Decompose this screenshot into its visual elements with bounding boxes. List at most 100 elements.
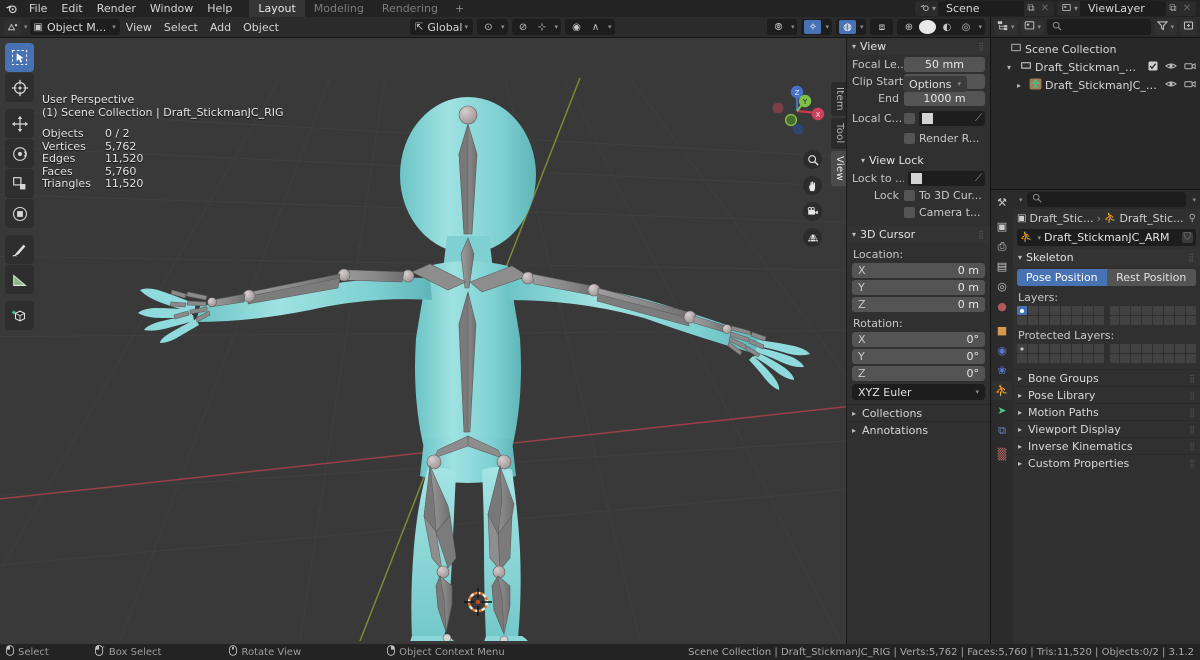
- layer-cell[interactable]: [1017, 316, 1027, 325]
- viewport-menu-view[interactable]: View: [120, 17, 158, 38]
- properties-tab-armature-data[interactable]: ⛹: [992, 381, 1012, 400]
- proportional-edit-group[interactable]: ◉ ∧ ▾: [565, 19, 615, 35]
- protected-layer-cell[interactable]: [1175, 344, 1186, 353]
- workspace-tab-rendering[interactable]: Rendering: [373, 0, 447, 17]
- gizmo-group[interactable]: ✧ ▾: [801, 19, 832, 35]
- layer-cell[interactable]: [1153, 316, 1164, 325]
- layer-cell[interactable]: [1109, 316, 1120, 325]
- panel-header-skeleton[interactable]: ▾ Skeleton ⣿: [1013, 249, 1200, 266]
- show-overlays-icon[interactable]: ◍: [838, 20, 856, 34]
- toggle-xray-icon[interactable]: ⧈: [873, 20, 890, 34]
- chevron-down-icon[interactable]: ▾: [1190, 196, 1196, 204]
- object-types-visibility-icon[interactable]: ⦾: [770, 20, 787, 34]
- cursor-rotation-z-field[interactable]: Z 0°: [852, 366, 985, 381]
- properties-tab-modifiers[interactable]: ◉: [992, 341, 1012, 360]
- render-region-checkbox[interactable]: [904, 133, 915, 144]
- sidebar-tab-item[interactable]: Item: [831, 82, 846, 116]
- panel-header-3d-cursor[interactable]: ▾ 3D Cursor ⣿: [847, 226, 990, 243]
- expand-triangle[interactable]: ▸: [1017, 81, 1028, 90]
- overlays-group[interactable]: ◍ ▾: [835, 19, 867, 35]
- protected-layer-cell[interactable]: [1142, 354, 1153, 363]
- protected-layer-cell[interactable]: [1017, 354, 1027, 363]
- layer-cell[interactable]: [1120, 306, 1131, 315]
- visibility-group[interactable]: ⦾ ▾: [766, 19, 798, 35]
- annotate-tool[interactable]: [5, 235, 34, 264]
- outliner-new-collection-button[interactable]: [1180, 19, 1197, 35]
- protected-layer-cell[interactable]: [1164, 354, 1175, 363]
- panel-header-view-lock[interactable]: ▾ View Lock: [847, 152, 990, 169]
- falloff-curve-icon[interactable]: ∧: [587, 20, 604, 34]
- pose-position-button[interactable]: Pose Position: [1017, 269, 1107, 286]
- protected-layer-cell[interactable]: [1027, 344, 1038, 353]
- layer-cell[interactable]: [1038, 316, 1049, 325]
- layer-cell[interactable]: [1186, 316, 1196, 325]
- protected-layer-cell[interactable]: [1017, 344, 1027, 353]
- menu-render[interactable]: Render: [90, 0, 143, 17]
- layer-cell[interactable]: [1120, 316, 1131, 325]
- protected-layer-cell[interactable]: [1093, 354, 1104, 363]
- blender-logo-icon[interactable]: [0, 2, 22, 15]
- protected-layer-cell[interactable]: [1131, 344, 1142, 353]
- outliner-row-collection[interactable]: ▾ Draft_Stickman_Char1_Co: [991, 58, 1200, 76]
- snap-group[interactable]: ⊘ ⊹ ▾: [511, 19, 562, 35]
- measure-tool[interactable]: [5, 265, 34, 294]
- eyedropper-icon[interactable]: ⟋: [975, 113, 982, 124]
- layer-cell[interactable]: [1049, 316, 1060, 325]
- protected-layer-cell[interactable]: [1120, 354, 1131, 363]
- protected-layer-cell[interactable]: [1027, 354, 1038, 363]
- layer-cell[interactable]: [1109, 306, 1120, 315]
- lock-to-object-picker[interactable]: ⟋: [908, 171, 985, 186]
- clip-end-field[interactable]: 1000 m: [904, 91, 985, 106]
- protected-layer-cell[interactable]: [1142, 344, 1153, 353]
- panel-header-inverse-kinematics[interactable]: ▸ Inverse Kinematics ⣿: [1013, 437, 1200, 454]
- panel-header-collections[interactable]: ▸ Collections: [847, 404, 990, 421]
- rotation-mode-dropdown[interactable]: XYZ Euler ▾: [852, 384, 985, 400]
- transform-orientation-dropdown[interactable]: ⇱ Global ▾: [410, 19, 473, 35]
- protected-layer-cell[interactable]: [1060, 354, 1071, 363]
- protected-layer-cell[interactable]: [1186, 344, 1196, 353]
- xray-group[interactable]: ⧈: [870, 19, 894, 35]
- eyedropper-icon[interactable]: ⟋: [975, 173, 982, 184]
- unlink-scene-button[interactable]: ✕: [1038, 3, 1052, 14]
- layer-cell[interactable]: [1060, 306, 1071, 315]
- shading-rendered-icon[interactable]: ◎: [957, 20, 974, 34]
- layer-cell[interactable]: [1131, 316, 1142, 325]
- workspace-add-button[interactable]: +: [447, 2, 472, 15]
- outliner-filter-button[interactable]: ▾: [1154, 19, 1177, 35]
- focal-length-field[interactable]: 50 mm: [904, 57, 985, 72]
- protected-layer-cell[interactable]: [1060, 344, 1071, 353]
- workspace-tab-modeling[interactable]: Modeling: [305, 0, 373, 17]
- local-camera-checkbox[interactable]: [904, 113, 915, 124]
- armature-layers-block-right[interactable]: [1109, 306, 1196, 325]
- protected-layer-cell[interactable]: [1109, 344, 1120, 353]
- cursor-location-x-field[interactable]: X 0 m: [852, 263, 985, 278]
- properties-search-input[interactable]: [1026, 192, 1187, 207]
- panel-header-bone-groups[interactable]: ▸ Bone Groups ⣿: [1013, 369, 1200, 386]
- grid-ortho-icon[interactable]: [803, 228, 822, 247]
- chevron-down-icon[interactable]: ▾: [1035, 234, 1041, 242]
- armature-datablock-name[interactable]: Draft_StickmanJC_ARM: [1044, 231, 1179, 244]
- outliner-editor-type-button[interactable]: ▾: [994, 19, 1018, 35]
- menu-edit[interactable]: Edit: [54, 0, 89, 17]
- outliner-row-scene-collection[interactable]: Scene Collection: [991, 40, 1200, 58]
- layer-cell[interactable]: [1153, 306, 1164, 315]
- protected-layers-block-right[interactable]: [1109, 344, 1196, 363]
- properties-tab-particles[interactable]: ❀: [992, 361, 1012, 380]
- protected-layer-cell[interactable]: [1131, 354, 1142, 363]
- new-scene-button[interactable]: ⧉: [1024, 3, 1038, 14]
- layer-cell[interactable]: [1027, 306, 1038, 315]
- pin-icon[interactable]: ⚲: [1189, 213, 1196, 224]
- properties-tab-render[interactable]: ▣: [992, 217, 1012, 236]
- outliner-row-armature[interactable]: ▸ Draft_StickmanJC_RIG: [991, 76, 1200, 94]
- snap-target-icon[interactable]: ⊹: [534, 20, 551, 34]
- menu-file[interactable]: File: [22, 0, 54, 17]
- panel-header-annotations[interactable]: ▸ Annotations: [847, 421, 990, 438]
- camera-icon[interactable]: [1184, 79, 1196, 92]
- layer-cell[interactable]: [1027, 316, 1038, 325]
- properties-tab-tool[interactable]: ⚒: [992, 193, 1012, 212]
- rotate-tool[interactable]: [5, 139, 34, 168]
- viewport-menu-object[interactable]: Object: [237, 17, 285, 38]
- properties-tab-view-layer[interactable]: ▤: [992, 257, 1012, 276]
- protected-layer-cell[interactable]: [1120, 344, 1131, 353]
- mode-selector[interactable]: ▣ Object M... ▾: [29, 19, 120, 35]
